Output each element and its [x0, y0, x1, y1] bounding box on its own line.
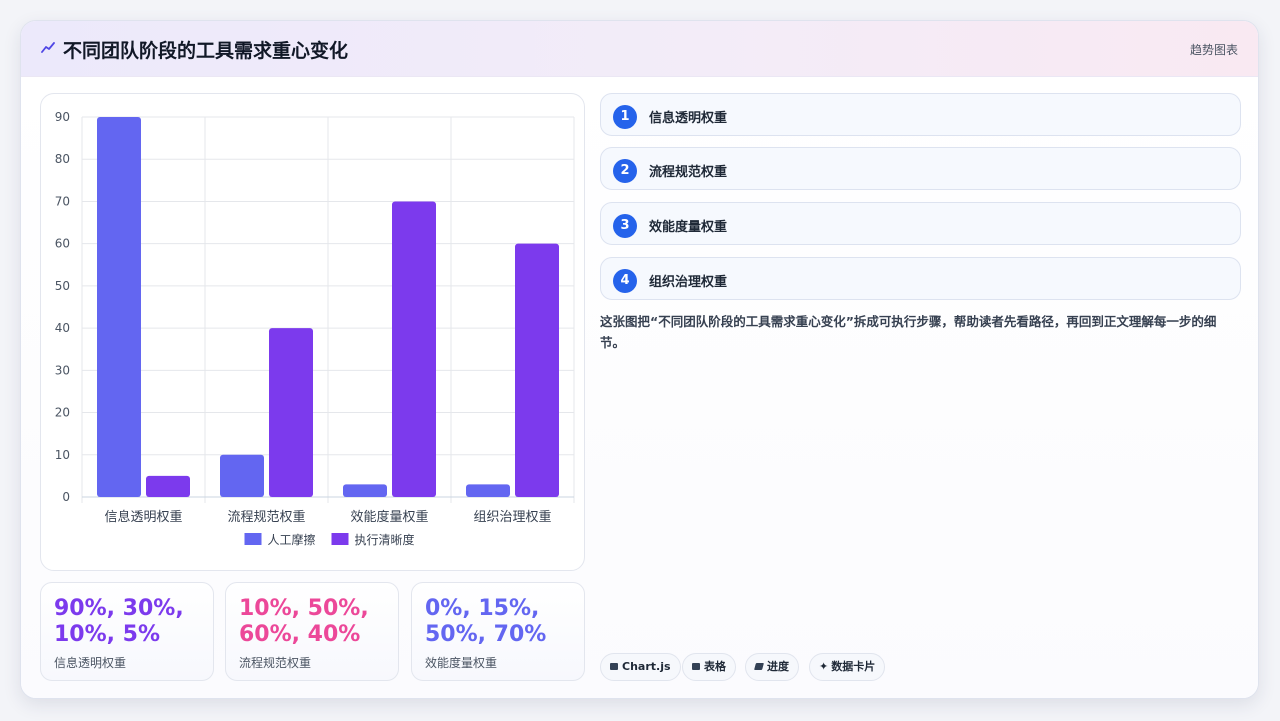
- step-label: 效能度量权重: [649, 220, 728, 235]
- sparkle-icon: ✦: [819, 660, 829, 673]
- bar: [515, 243, 559, 497]
- step-item-3[interactable]: 3 效能度量权重: [600, 202, 1241, 245]
- y-tick-label: 0: [62, 490, 70, 504]
- y-tick-label: 50: [55, 279, 70, 293]
- chip-data-card[interactable]: ✦ 数据卡片: [809, 653, 886, 681]
- step-number-badge: 4: [613, 269, 637, 293]
- chart-description: 这张图把“不同团队阶段的工具需求重心变化”拆成可执行步骤，帮助读者先看路径，再回…: [600, 314, 1217, 350]
- stat-label: 效能度量权重: [425, 656, 498, 670]
- report-card: 不同团队阶段的工具需求重心变化 趋势图表 0 10 20 30 40 50 60 70 80 90…: [20, 20, 1259, 699]
- chip-chartjs[interactable]: Chart.js: [600, 653, 681, 681]
- chip-label: Chart.js: [622, 660, 671, 673]
- step-item-1[interactable]: 1 信息透明权重: [600, 93, 1241, 136]
- x-tick-label: 信息透明权重: [104, 509, 182, 525]
- bar: [146, 475, 190, 497]
- chart-panel: 0 10 20 30 40 50 60 70 80 90 信息透明权重 流程规范权重 效能度量权重 组织治…: [40, 93, 585, 571]
- legend-label: 执行清晰度: [355, 532, 415, 547]
- stat-card-3: 0%, 15%, 50%, 70% 效能度量权重: [411, 582, 585, 681]
- bar: [392, 201, 436, 497]
- chip-label: 数据卡片: [831, 660, 876, 673]
- chart-type-tag: 趋势图表: [1189, 43, 1238, 57]
- stat-card-1: 90%, 30%, 10%, 5% 信息透明权重: [40, 582, 214, 681]
- y-tick-label: 40: [55, 321, 70, 335]
- chip-label: 进度: [767, 660, 789, 673]
- legend-swatch: [331, 533, 349, 545]
- x-tick-label: 效能度量权重: [350, 509, 428, 525]
- chip-table[interactable]: 表格: [682, 653, 736, 681]
- bar: [466, 484, 510, 497]
- step-label: 信息透明权重: [649, 111, 728, 126]
- chip-label: 表格: [704, 660, 726, 673]
- y-tick-label: 60: [55, 237, 70, 251]
- bar: [269, 328, 313, 497]
- stat-label: 流程规范权重: [239, 656, 312, 670]
- step-item-4[interactable]: 4 组织治理权重: [600, 257, 1241, 300]
- bar: [97, 117, 141, 497]
- step-number-badge: 2: [613, 159, 637, 183]
- bar: [220, 454, 264, 497]
- x-tick-label: 流程规范权重: [227, 509, 305, 525]
- table-icon: [692, 663, 700, 670]
- stat-value: 90%, 30%, 10%, 5%: [54, 596, 184, 647]
- step-label: 组织治理权重: [649, 275, 728, 290]
- stat-card-2: 10%, 50%, 60%, 40% 流程规范权重: [225, 582, 399, 681]
- y-tick-label: 90: [55, 110, 70, 124]
- stat-value: 10%, 50%, 60%, 40%: [239, 596, 369, 647]
- card-header: 不同团队阶段的工具需求重心变化 趋势图表: [21, 21, 1258, 77]
- step-number-badge: 3: [613, 214, 637, 238]
- chart-icon: [610, 663, 618, 670]
- step-item-2[interactable]: 2 流程规范权重: [600, 147, 1241, 190]
- y-tick-label: 70: [55, 194, 70, 208]
- step-label: 流程规范权重: [649, 165, 728, 180]
- trend-line-icon: [41, 42, 55, 53]
- y-tick-label: 20: [55, 406, 70, 420]
- stat-label: 信息透明权重: [54, 656, 127, 670]
- legend-swatch: [244, 533, 262, 545]
- chip-progress[interactable]: 进度: [745, 653, 799, 681]
- y-tick-label: 80: [55, 152, 70, 166]
- bar-chart: 0 10 20 30 40 50 60 70 80 90 信息透明权重 流程规范权重 效能度量权重 组织治…: [55, 110, 575, 547]
- y-tick-label: 10: [55, 448, 70, 462]
- step-number-badge: 1: [613, 105, 637, 129]
- y-tick-label: 30: [55, 363, 70, 377]
- stat-value: 0%, 15%, 50%, 70%: [425, 596, 547, 647]
- x-tick-label: 组织治理权重: [473, 509, 551, 525]
- legend-label: 人工摩擦: [268, 532, 316, 547]
- progress-icon: [754, 663, 764, 670]
- page-title: 不同团队阶段的工具需求重心变化: [63, 40, 349, 62]
- bar: [343, 484, 387, 497]
